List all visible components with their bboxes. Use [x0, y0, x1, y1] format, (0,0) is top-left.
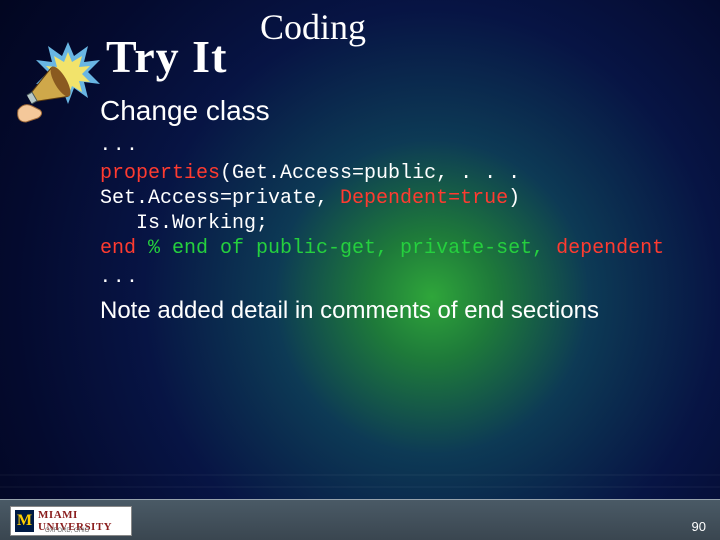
slide-title: Coding	[260, 6, 366, 48]
slide-body: Change class . . . properties(Get.Access…	[100, 95, 700, 325]
code-text: )	[508, 187, 520, 210]
keyword-properties: properties	[100, 162, 220, 185]
arg-dependent: Dependent=true	[340, 187, 508, 210]
code-text: Is.Working;	[100, 212, 268, 235]
decorative-band	[0, 486, 720, 488]
keyword-end: end	[100, 237, 148, 260]
megaphone-icon	[6, 30, 96, 120]
ellipsis-top: . . .	[102, 129, 700, 157]
slide-number: 90	[692, 519, 706, 534]
code-block: properties(Get.Access=public, . . . Set.…	[100, 161, 700, 261]
logo-subtext: OXFORD, OHIO	[45, 528, 89, 534]
logo-m-mark: M	[15, 510, 34, 532]
slide-footer: M MIAMI UNIVERSITY OXFORD, OHIO 90	[0, 499, 720, 540]
code-text: Set.Access=private,	[100, 187, 340, 210]
subheading: Change class	[100, 95, 700, 127]
code-text: (Get.Access=public, . . .	[220, 162, 520, 185]
comment: % end of public-get, private-set,	[148, 237, 556, 260]
try-it-heading: Try It	[106, 30, 227, 83]
comment-dependent: dependent	[556, 237, 664, 260]
decorative-band	[0, 474, 720, 476]
ellipsis-bottom: . . .	[102, 261, 700, 289]
note-text: Note added detail in comments of end sec…	[100, 297, 700, 325]
university-logo: M MIAMI UNIVERSITY OXFORD, OHIO	[10, 506, 132, 536]
